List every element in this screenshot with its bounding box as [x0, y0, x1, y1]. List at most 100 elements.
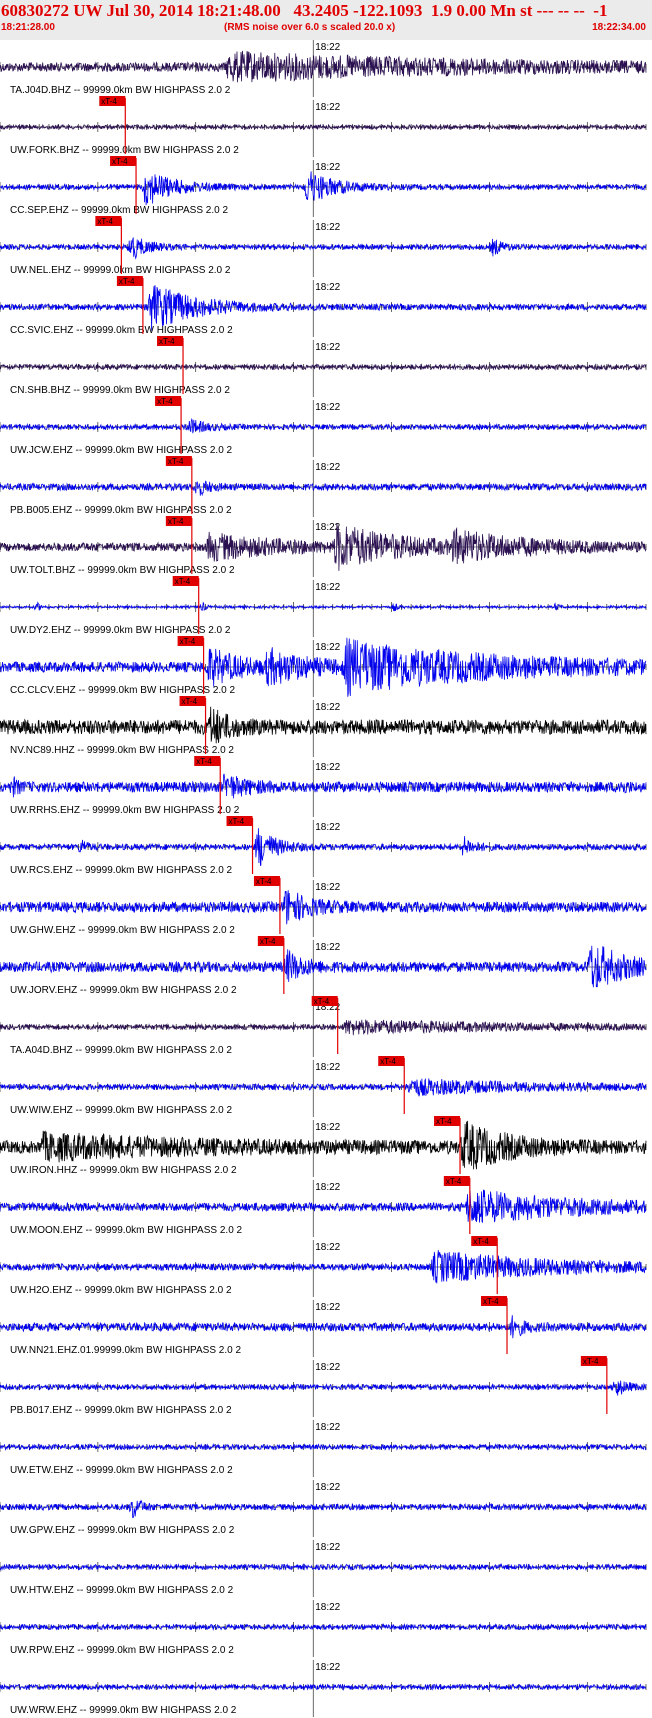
station-label: CC.SVIC.EHZ -- 99999.0km BW HIGHPASS 2.0…: [10, 325, 233, 336]
trace-group: 18:22 UW.RRHS.EHZ -- 99999.0km BW HIGHPAS…: [0, 756, 647, 817]
trace-group: 18:22UW.TOLT.BHZ -- 99999.0km BW HIGHPAS…: [0, 516, 647, 577]
station-label: TA.A04D.BHZ -- 99999.0km BW HIGHPASS 2.0…: [10, 1045, 232, 1056]
station-label: UW.NN21.EHZ.01.99999.0km BW HIGHPASS 2.0…: [10, 1345, 241, 1356]
minute-mark-label: 18:22: [315, 942, 340, 953]
minute-mark-label: 18:22: [315, 102, 340, 113]
station-label: UW.GHW.EHZ -- 99999.0km BW HIGHPASS 2.0 …: [10, 925, 235, 936]
station-label: UW.TOLT.BHZ -- 99999.0km BW HIGHPASS 2.0…: [10, 565, 235, 576]
waveform-trace: [0, 1077, 647, 1097]
trace-group: 18:22 UW.IRON.HHZ -- 99999.0km BW HIGHPAS…: [0, 1116, 647, 1177]
trace-group: 18:22 UW.H2O.EHZ -- 99999.0km BW HIGHPASS…: [0, 1236, 647, 1297]
pick-label: xT-4: [583, 1357, 599, 1366]
trace-group: 18:22 PB.B005.EHZ -- 99999.0km BW HIGHPAS…: [0, 456, 647, 517]
trace-group: 18:22 UW.GHW.EHZ -- 99999.0km BW HIGHPASS…: [0, 876, 647, 937]
trace-group: 18:22 UW.MOON.EHZ -- 99999.0km BW HIGHPAS…: [0, 1176, 647, 1237]
pick-label: xT-4: [168, 457, 184, 466]
trace-group: 18:22 UW.NEL.EHZ -- 99999.0km BW HIGHPASS…: [0, 216, 647, 277]
station-label: UW.FORK.BHZ -- 99999.0km BW HIGHPASS 2.0…: [10, 145, 239, 156]
station-label: UW.IRON.HHZ -- 99999.0km BW HIGHPASS 2.0…: [10, 1165, 237, 1176]
trace-group: 18:22 CC.SEP.EHZ -- 99999.0km BW HIGHPASS…: [0, 156, 647, 217]
trace-group: 18:22 UW.ETW.EHZ -- 99999.0km BW HIGHPASS…: [0, 1420, 647, 1477]
trace-group: 18:22TA.A04D.BHZ -- 99999.0km BW HIGHPAS…: [0, 996, 647, 1057]
station-label: UW.RPW.EHZ -- 99999.0km BW HIGHPASS 2.0 …: [10, 1645, 234, 1656]
waveform-trace: [0, 1315, 647, 1339]
waveform-trace: [0, 1250, 647, 1284]
pick-label: xT-4: [101, 97, 117, 106]
minute-mark-label: 18:22: [315, 822, 340, 833]
waveform-trace: [0, 1019, 647, 1036]
pick-label: xT-4: [196, 757, 212, 766]
pick-label: xT-4: [180, 637, 196, 646]
minute-mark-label: 18:22: [315, 462, 340, 473]
pick-label: xT-4: [380, 1057, 396, 1066]
minute-mark-label: 18:22: [315, 1422, 340, 1433]
station-label: UW.JCW.EHZ -- 99999.0km BW HIGHPASS 2.0 …: [10, 445, 233, 456]
minute-mark-label: 18:22: [315, 882, 340, 893]
minute-mark-label: 18:22: [315, 642, 340, 653]
minute-mark-label: 18:22: [315, 1362, 340, 1373]
trace-group: 18:22 TA.J04D.BHZ -- 99999.0km BW HIGHPAS…: [0, 40, 647, 97]
trace-group: 18:22 CC.CLCV.EHZ -- 99999.0km BW HIGHPAS…: [0, 636, 647, 697]
minute-mark-label: 18:22: [315, 1062, 340, 1073]
pick-label: xT-4: [314, 997, 330, 1006]
station-label: TA.J04D.BHZ -- 99999.0km BW HIGHPASS 2.0…: [10, 85, 231, 96]
minute-mark-label: 18:22: [315, 1542, 340, 1553]
pick-label: xT-4: [436, 1117, 452, 1126]
seismogram-plot: 18:22 TA.J04D.BHZ -- 99999.0km BW HIGHPAS…: [0, 40, 647, 1717]
station-label: CN.SHB.BHZ -- 99999.0km BW HIGHPASS 2.0 …: [10, 385, 230, 396]
minute-mark-label: 18:22: [315, 42, 340, 53]
trace-group: 18:22 UW.NN21.EHZ.01.99999.0km BW HIGHPAS…: [0, 1296, 647, 1357]
minute-mark-label: 18:22: [315, 1182, 340, 1193]
station-label: UW.WRW.EHZ -- 99999.0km BW HIGHPASS 2.0 …: [10, 1705, 237, 1716]
trace-group: 18:22 UW.JORV.EHZ -- 99999.0km BW HIGHPAS…: [0, 936, 647, 997]
station-label: NV.NC89.HHZ -- 99999.0km BW HIGHPASS 2.0…: [10, 745, 234, 756]
pick-label: xT-4: [483, 1297, 499, 1306]
station-label: PB.B005.EHZ -- 99999.0km BW HIGHPASS 2.0…: [10, 505, 232, 516]
minute-mark-label: 18:22: [315, 582, 340, 593]
minute-mark-label: 18:22: [315, 762, 340, 773]
trace-group: 18:22 UW.GPW.EHZ -- 99999.0km BW HIGHPASS…: [0, 1480, 647, 1537]
minute-mark-label: 18:22: [315, 282, 340, 293]
pick-label: xT-4: [112, 157, 128, 166]
minute-mark-label: 18:22: [315, 162, 340, 173]
pick-label: xT-4: [157, 397, 173, 406]
trace-group: 18:22 NV.NC89.HHZ -- 99999.0km BW HIGHPAS…: [0, 696, 647, 757]
waveform-trace: [0, 50, 647, 83]
pick-label: xT-4: [229, 817, 245, 826]
waveform-trace: [0, 417, 647, 434]
station-label: UW.RRHS.EHZ -- 99999.0km BW HIGHPASS 2.0…: [10, 805, 240, 816]
minute-mark-label: 18:22: [315, 1602, 340, 1613]
trace-group: 18:22 UW.DY2.EHZ -- 99999.0km BW HIGHPASS…: [0, 576, 647, 637]
start-time: 18:21:28.00: [1, 22, 55, 33]
trace-group: 18:22 UW.FORK.BHZ -- 99999.0km BW HIGHPAS…: [0, 96, 647, 157]
trace-group: 18:22 UW.HTW.EHZ -- 99999.0km BW HIGHPASS…: [0, 1540, 647, 1597]
pick-label: xT-4: [256, 877, 272, 886]
trace-group: 18:22 UW.WIW.EHZ -- 99999.0km BW HIGHPASS…: [0, 1056, 647, 1117]
trace-group: 18:22 CC.SVIC.EHZ -- 99999.0km BW HIGHPAS…: [0, 276, 647, 337]
station-label: UW.NEL.EHZ -- 99999.0km BW HIGHPASS 2.0 …: [10, 265, 231, 276]
trace-group: 18:22 PB.B017.EHZ -- 99999.0km BW HIGHPAS…: [0, 1356, 647, 1417]
station-label: UW.DY2.EHZ -- 99999.0km BW HIGHPASS 2.0 …: [10, 625, 231, 636]
minute-mark-label: 18:22: [315, 1662, 340, 1673]
station-label: UW.GPW.EHZ -- 99999.0km BW HIGHPASS 2.0 …: [10, 1525, 235, 1536]
waveform-trace: [0, 480, 647, 497]
minute-mark-label: 18:22: [315, 222, 340, 233]
trace-group: 18:22 UW.JCW.EHZ -- 99999.0km BW HIGHPASS…: [0, 396, 647, 457]
minute-mark-label: 18:22: [315, 1302, 340, 1313]
pick-label: xT-4: [473, 1237, 489, 1246]
minute-mark-label: 18:22: [315, 342, 340, 353]
trace-group: 18:22 CN.SHB.BHZ -- 99999.0km BW HIGHPASS…: [0, 336, 647, 397]
pick-label: xT-4: [446, 1177, 462, 1186]
station-label: UW.JORV.EHZ -- 99999.0km BW HIGHPASS 2.0…: [10, 985, 237, 996]
pick-label: xT-4: [175, 577, 191, 586]
waveform-trace: [0, 1499, 647, 1519]
trace-group: 18:22 UW.RPW.EHZ -- 99999.0km BW HIGHPASS…: [0, 1600, 647, 1657]
station-label: UW.ETW.EHZ -- 99999.0km BW HIGHPASS 2.0 …: [10, 1465, 233, 1476]
minute-mark-label: 18:22: [315, 702, 340, 713]
station-label: CC.CLCV.EHZ -- 99999.0km BW HIGHPASS 2.0…: [10, 685, 236, 696]
event-title: 60830272 UW Jul 30, 2014 18:21:48.00 43.…: [1, 1, 608, 20]
pick-label: xT-4: [168, 517, 184, 526]
pick-label: xT-4: [97, 217, 113, 226]
minute-mark-label: 18:22: [315, 1482, 340, 1493]
pick-label: xT-4: [260, 937, 276, 946]
